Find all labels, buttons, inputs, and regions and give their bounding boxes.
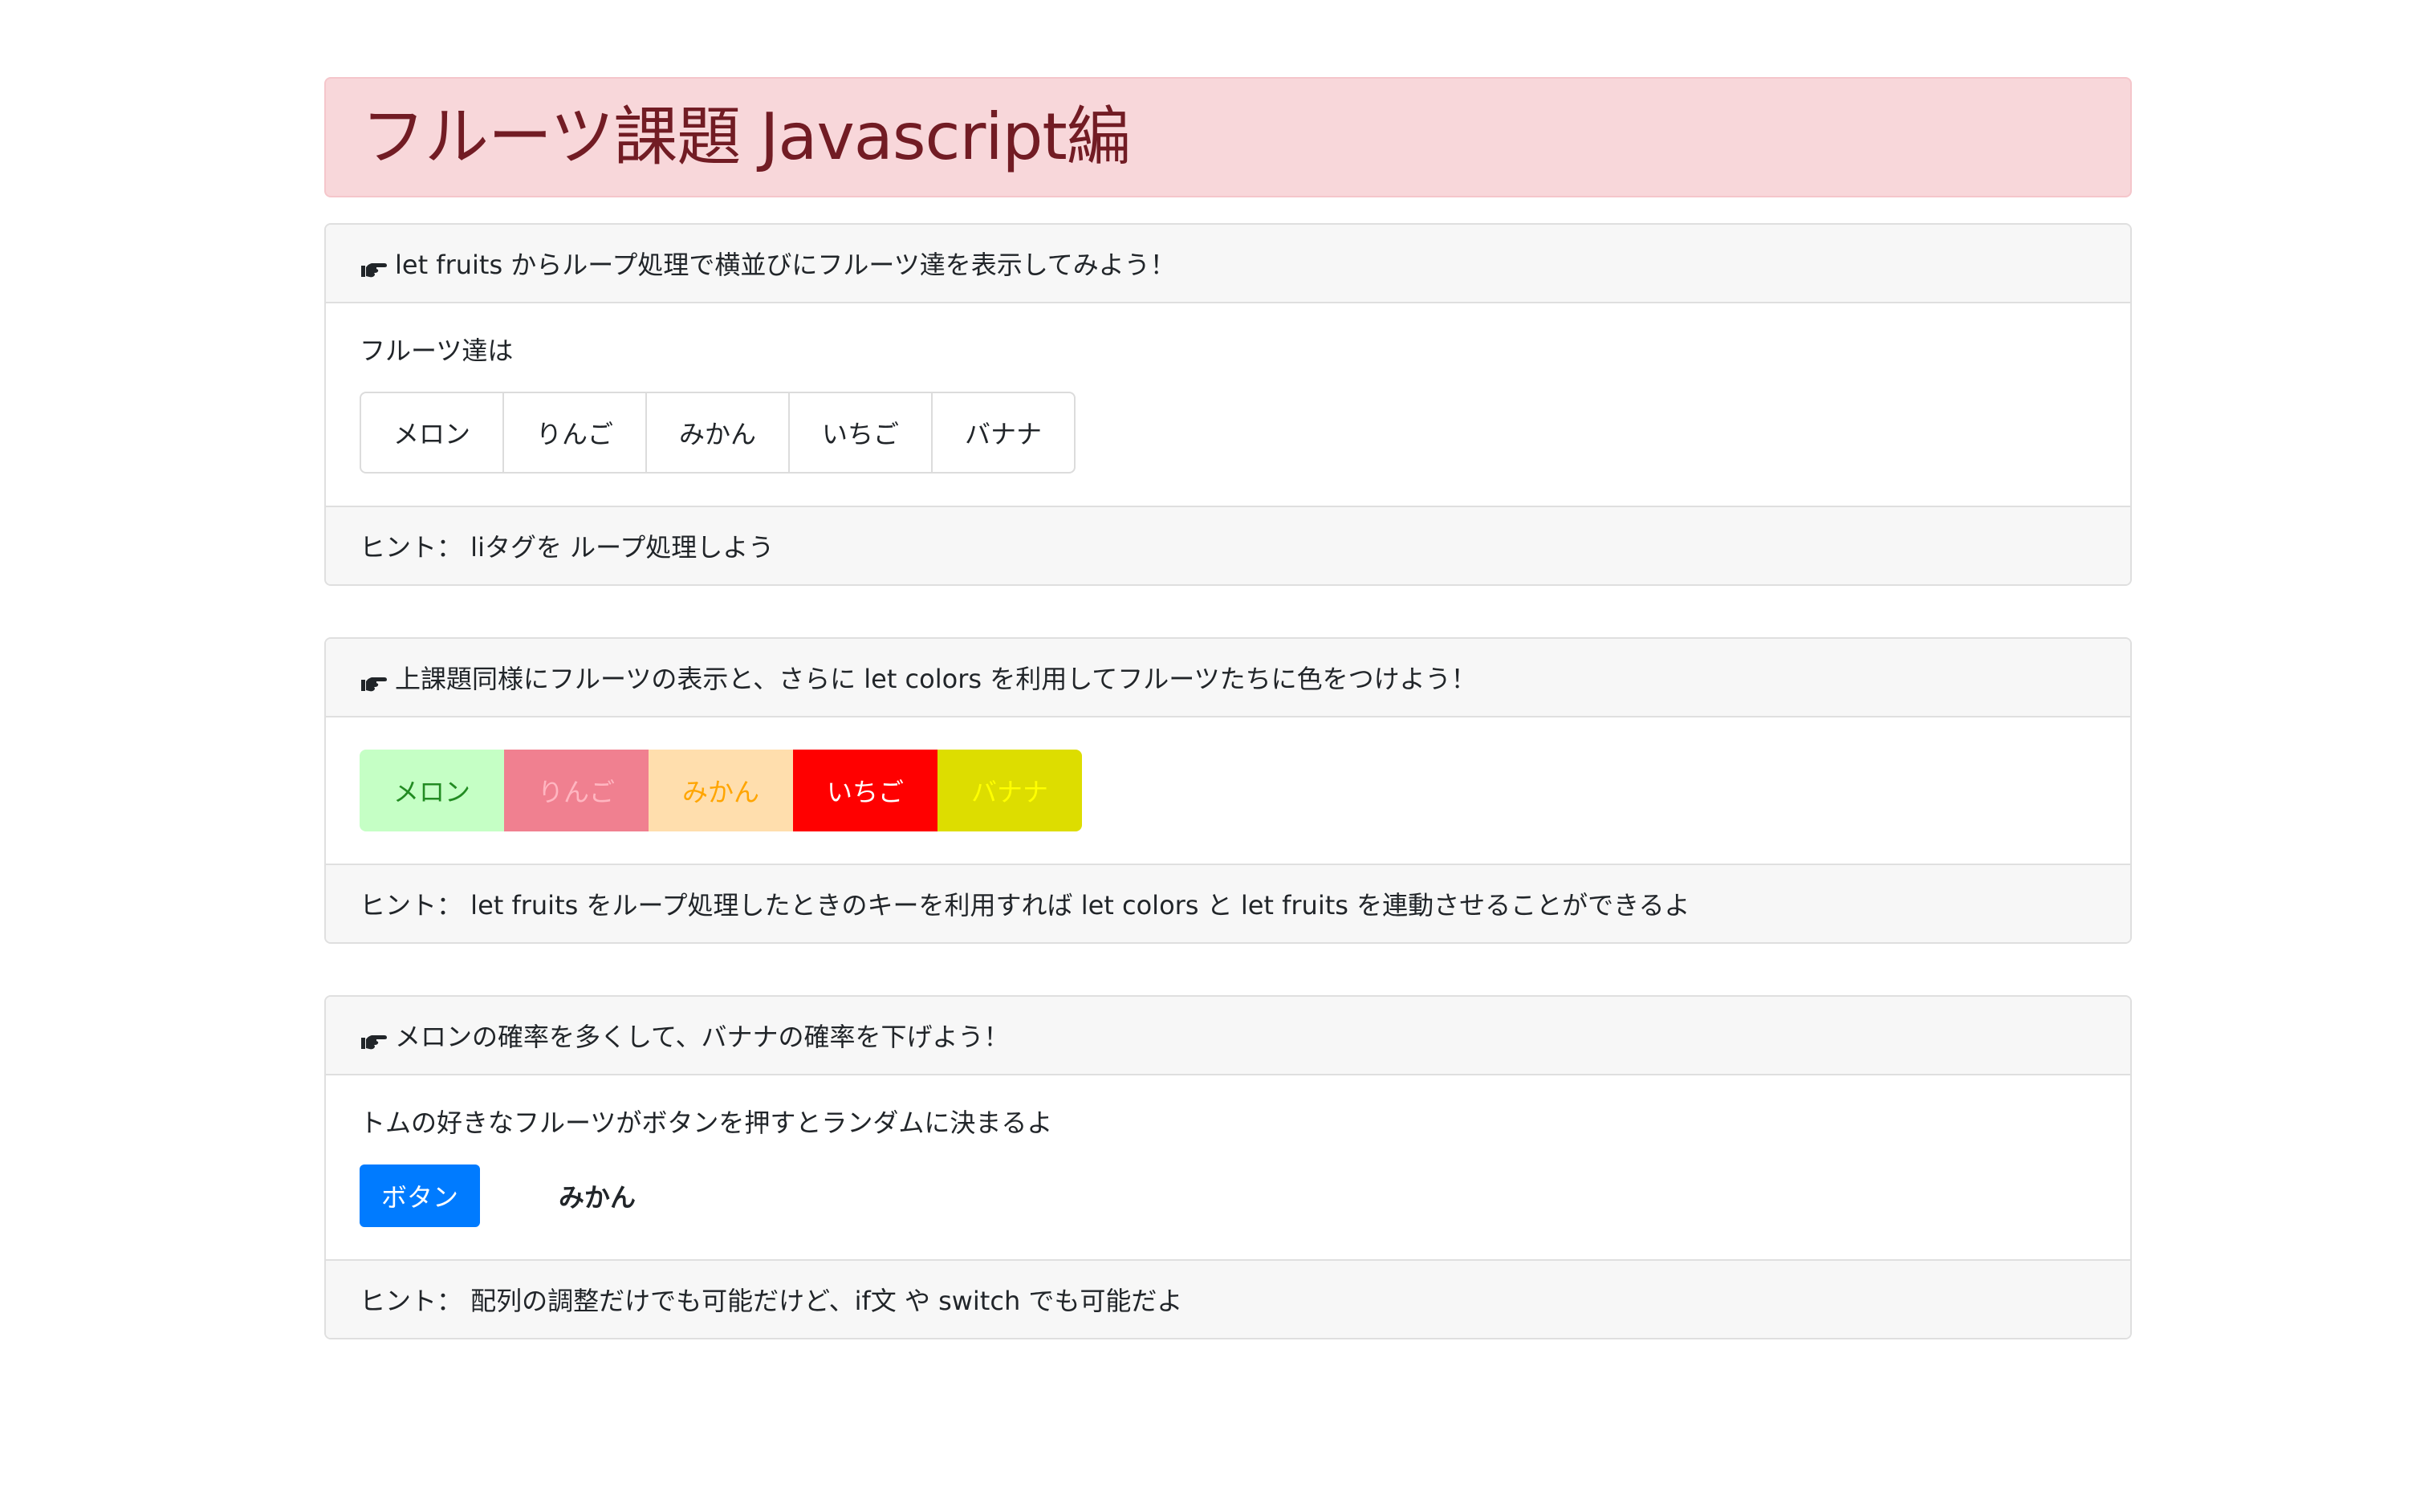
random-row: ボタン みかん: [360, 1164, 2097, 1227]
colored-fruit-list: メロン りんご みかん いちご バナナ: [360, 750, 2097, 832]
main-container: フルーツ課題 Javascript編 let fruits からループ処理で横並…: [324, 77, 2132, 1339]
card-header: メロンの確率を多くして、バナナの確率を下げよう！: [326, 997, 2130, 1076]
list-item: いちご: [793, 750, 937, 832]
card-colored-fruits: 上課題同様にフルーツの表示と、さらに let colors を利用してフルーツた…: [324, 637, 2132, 945]
card-header: 上課題同様にフルーツの表示と、さらに let colors を利用してフルーツた…: [326, 639, 2130, 718]
list-item: バナナ: [937, 750, 1082, 832]
list-item: メロン: [360, 392, 504, 474]
card-body: フルーツ達は メロン りんご みかん いちご バナナ: [326, 303, 2130, 506]
pointing-hand-icon: [360, 1026, 387, 1050]
card-body: メロン りんご みかん いちご バナナ: [326, 717, 2130, 864]
card-heading: 上課題同様にフルーツの表示と、さらに let colors を利用してフルーツた…: [395, 664, 1477, 695]
card-hint: ヒント： liタグを ループ処理しよう: [326, 506, 2130, 585]
intro-text: トムの好きなフルーツがボタンを押すとランダムに決まるよ: [360, 1108, 1053, 1139]
list-item: メロン: [360, 750, 504, 832]
pointing-hand-icon: [360, 669, 387, 692]
list-item: いちご: [788, 392, 933, 474]
list-item: バナナ: [931, 392, 1076, 474]
list-item: りんご: [502, 392, 647, 474]
list-item: みかん: [649, 750, 793, 832]
fruit-list: メロン りんご みかん いちご バナナ: [360, 392, 2097, 474]
card-heading: メロンの確率を多くして、バナナの確率を下げよう！: [395, 1022, 1010, 1053]
card-hint: ヒント： let fruits をループ処理したときのキーを利用すれば let …: [326, 864, 2130, 943]
list-item: りんご: [504, 750, 649, 832]
card-hint: ヒント： 配列の調整だけでも可能だけど、if文 や switch でも可能だよ: [326, 1258, 2130, 1338]
page-title: フルーツ課題 Javascript編: [361, 100, 1131, 174]
intro-text: フルーツ達は: [360, 335, 514, 366]
card-fruits-list: let fruits からループ処理で横並びにフルーツ達を表示してみよう！ フル…: [324, 223, 2132, 587]
card-header: let fruits からループ処理で横並びにフルーツ達を表示してみよう！: [326, 225, 2130, 303]
pointing-hand-icon: [360, 254, 387, 278]
random-result: みかん: [559, 1181, 637, 1213]
card-body: トムの好きなフルーツがボタンを押すとランダムに決まるよ ボタン みかん: [326, 1075, 2130, 1258]
card-random-fruit: メロンの確率を多くして、バナナの確率を下げよう！ トムの好きなフルーツがボタンを…: [324, 995, 2132, 1339]
card-heading: let fruits からループ処理で横並びにフルーツ達を表示してみよう！: [395, 250, 1176, 280]
list-item: みかん: [645, 392, 790, 474]
title-banner: フルーツ課題 Javascript編: [324, 77, 2132, 197]
random-fruit-button[interactable]: ボタン: [360, 1164, 480, 1227]
